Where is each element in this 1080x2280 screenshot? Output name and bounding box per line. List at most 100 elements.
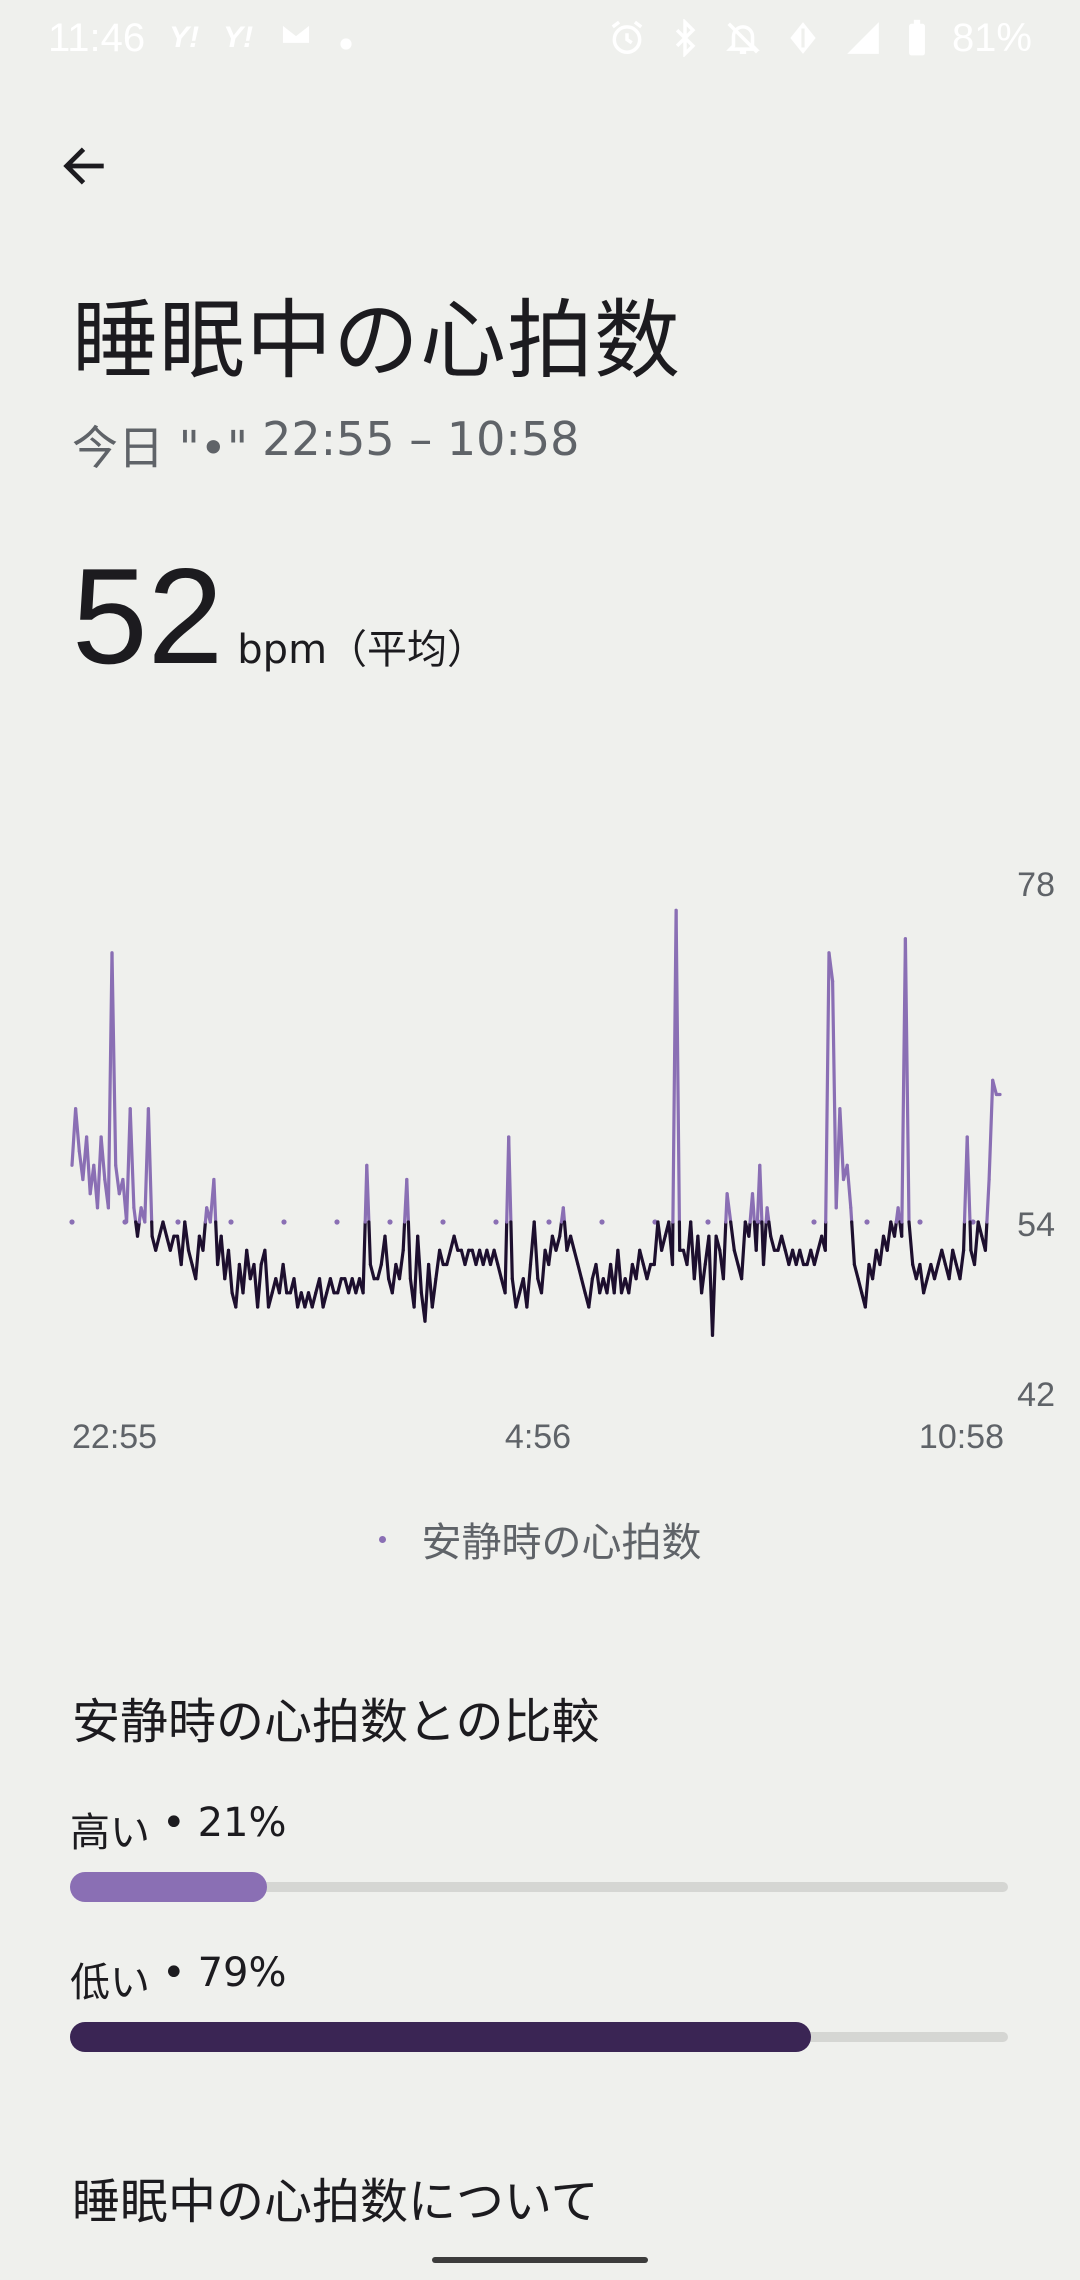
resting-rate-dot xyxy=(69,1219,75,1225)
heart-rate-line-segment xyxy=(194,1234,201,1281)
resting-rate-dot xyxy=(334,1219,340,1225)
battery-percent: 81% xyxy=(951,15,1032,60)
heart-rate-chart[interactable]: 78 54 42 22:55 4:56 10:58 xyxy=(0,840,1080,1480)
heart-rate-line-segment xyxy=(84,1135,92,1196)
high-percent: 21% xyxy=(197,1800,287,1846)
arrow-back-icon xyxy=(63,147,104,185)
notifications-off-icon xyxy=(724,19,762,57)
heart-rate-line-segment xyxy=(492,1248,500,1267)
heart-rate-line-segment xyxy=(732,1248,740,1267)
heart-rate-line-segment xyxy=(554,1234,562,1252)
heart-rate-line-segment xyxy=(645,1262,653,1281)
heart-rate-line-segment xyxy=(146,1107,154,1224)
heart-rate-line-segment xyxy=(503,1220,509,1295)
high-label-text: 高い xyxy=(70,1810,150,1856)
more-notifications-icon xyxy=(339,16,353,61)
heart-rate-line-segment xyxy=(263,1248,271,1309)
status-bar: 11:46 Y! Y! 81% xyxy=(0,0,1080,76)
back-button[interactable] xyxy=(48,130,120,202)
heart-rate-line-segment xyxy=(256,1262,263,1309)
heart-rate-line-segment xyxy=(961,1220,967,1252)
heart-rate-line-segment xyxy=(958,1248,966,1281)
heart-rate-line-segment xyxy=(281,1262,289,1295)
gesture-nav-handle[interactable] xyxy=(432,2257,648,2263)
heart-rate-line-segment xyxy=(401,1220,407,1252)
heart-rate-line-segment xyxy=(721,1220,728,1281)
legend-dot xyxy=(378,1535,386,1543)
heart-rate-line-segment xyxy=(416,1234,423,1295)
heart-rate-line-segment xyxy=(779,1234,787,1252)
y-tick-label: 54 xyxy=(1017,1206,1055,1244)
heart-rate-line-segment xyxy=(896,1206,902,1224)
resting-rate-dot xyxy=(599,1219,605,1225)
heart-rate-line-segment xyxy=(849,1206,854,1224)
low-percent: 79% xyxy=(197,1950,287,1996)
heart-rate-line-segment xyxy=(73,1107,81,1153)
data-saver-icon xyxy=(786,19,820,57)
heart-rate-line-segment xyxy=(226,1248,234,1295)
heart-rate-line-segment xyxy=(903,937,911,1224)
heart-rate-line-segment xyxy=(812,1248,820,1267)
resting-rate-dot xyxy=(387,1219,393,1225)
heart-rate-line-segment xyxy=(824,951,831,1224)
heart-rate-line-segment xyxy=(568,1234,576,1252)
average-value: 52 xyxy=(72,540,224,692)
chart-legend: 安静時の心拍数 xyxy=(0,1510,1080,1568)
heart-rate-line-segment xyxy=(965,1135,972,1224)
high-label: 高い • 21% xyxy=(70,1800,1008,1858)
low-label: 低い • 79% xyxy=(70,1950,1008,2008)
average-heart-rate: 52 bpm（平均） xyxy=(72,548,487,684)
heart-rate-line-segment xyxy=(186,1248,194,1267)
resting-rate-dot xyxy=(175,1219,181,1225)
heart-rate-line-segment xyxy=(972,1220,980,1267)
heart-rate-line-segment xyxy=(110,951,118,1167)
date-range: 今日 "•" 22:55 – 10:58 xyxy=(72,412,579,478)
resting-rate-dot xyxy=(546,1219,552,1225)
heart-rate-line-segment xyxy=(710,1234,718,1337)
status-left: 11:46 Y! Y! xyxy=(48,14,353,62)
heart-rate-line-segment xyxy=(761,1220,768,1267)
heart-rate-line-segment xyxy=(496,1262,503,1281)
bluetooth-icon xyxy=(670,19,700,57)
heart-rate-line-segment xyxy=(168,1234,176,1252)
heart-rate-line-segment xyxy=(561,1206,567,1224)
resting-rate-dot xyxy=(228,1219,234,1225)
heart-rate-line-segment xyxy=(729,1220,736,1252)
heart-rate-line-segment xyxy=(463,1248,471,1267)
heart-rate-line-segment xyxy=(754,1220,760,1252)
heart-rate-line-segment xyxy=(750,1192,757,1224)
y-tick-label: 42 xyxy=(1017,1376,1055,1414)
time-range: 22:55 – 10:58 xyxy=(262,412,580,466)
heart-rate-line-segment xyxy=(696,1234,704,1295)
heart-rate-line-segment xyxy=(525,1262,533,1309)
heart-rate-line-segment xyxy=(838,1107,846,1182)
status-right: 81% xyxy=(608,16,1032,61)
legend-label: 安静時の心拍数 xyxy=(421,1520,702,1566)
low-label-text: 低い xyxy=(70,1960,150,2006)
heart-rate-line-segment xyxy=(509,1220,514,1281)
heart-rate-line-segment xyxy=(405,1177,410,1224)
heart-rate-line-segment xyxy=(161,1220,169,1238)
heart-rate-line-segment xyxy=(514,1291,522,1309)
alarm-icon xyxy=(608,19,646,57)
heart-rate-line-segment xyxy=(638,1248,646,1267)
heart-rate-line-segment xyxy=(983,1220,989,1252)
date-label: 今日 "•" xyxy=(72,421,249,475)
heart-rate-line-segment xyxy=(932,1262,940,1281)
heart-rate-line-segment xyxy=(406,1220,412,1281)
battery-icon xyxy=(906,19,928,57)
heart-rate-line-segment xyxy=(951,1248,958,1267)
heart-rate-line-segment xyxy=(572,1248,580,1267)
yahoo-notification-icon: Y! xyxy=(223,21,254,54)
average-unit: bpm（平均） xyxy=(237,627,488,673)
heart-rate-line-segment xyxy=(863,1262,871,1309)
resting-rate-dot xyxy=(281,1219,287,1225)
resting-rate-dot xyxy=(917,1219,923,1225)
low-separator: • xyxy=(162,1950,186,1996)
heart-rate-line-segment xyxy=(128,1107,136,1210)
heart-rate-line-segment xyxy=(361,1220,367,1295)
high-separator: • xyxy=(162,1800,186,1846)
heart-rate-line-segment xyxy=(921,1277,929,1295)
heart-rate-line-segment xyxy=(328,1277,336,1295)
high-bar-fill xyxy=(70,1872,267,1902)
